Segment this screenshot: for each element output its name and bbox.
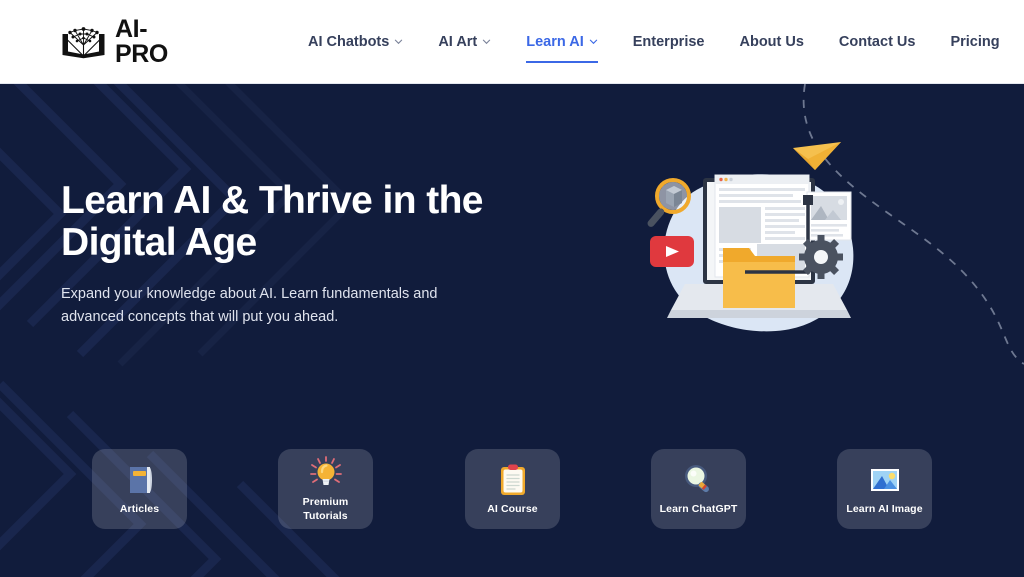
nav-item-learn-ai[interactable]: Learn AI [526, 0, 598, 84]
book-icon [122, 462, 158, 498]
nav-label: About Us [739, 33, 804, 50]
nav-label: Enterprise [632, 33, 705, 50]
open-book-neural-network-icon [61, 25, 106, 59]
card-learn-chatgpt[interactable]: Learn ChatGPT [651, 449, 746, 529]
brand-logo[interactable]: AI-PRO [61, 14, 168, 68]
chevron-down-icon [394, 37, 403, 46]
category-card-row: Articles Premium Tutorials AI Course Lea… [0, 424, 1024, 534]
page-root: AI-PRO AI Chatbots AI Art Learn AI Enter… [0, 0, 1024, 577]
brand-name: AI-PRO [115, 14, 168, 68]
hero-title-line-2: Digital Age [61, 221, 257, 265]
clipboard-icon [495, 462, 531, 498]
nav-item-about-us[interactable]: About Us [739, 0, 803, 84]
nav-label: Learn AI [526, 33, 584, 50]
card-premium-tutorials[interactable]: Premium Tutorials [278, 449, 373, 529]
lightbulb-icon [308, 455, 344, 491]
card-learn-ai-image[interactable]: Learn AI Image [837, 449, 932, 529]
card-label: Learn AI Image [846, 502, 923, 515]
nav-item-ai-chatbots[interactable]: AI Chatbots [308, 0, 403, 84]
card-articles[interactable]: Articles [92, 449, 187, 529]
magnifier-icon [681, 462, 717, 498]
card-label: Articles [119, 502, 160, 515]
page-title: Learn AI & Thrive in the Digital Age [61, 179, 531, 265]
main-navigation: AI Chatbots AI Art Learn AI Enterprise A… [308, 0, 1024, 84]
nav-item-ai-art[interactable]: AI Art [438, 0, 491, 84]
hero-subtitle: Expand your knowledge about AI. Learn fu… [61, 286, 438, 325]
card-label: AI Course [487, 502, 538, 515]
picture-icon [867, 462, 903, 498]
site-header: AI-PRO AI Chatbots AI Art Learn AI Enter… [0, 0, 1024, 84]
laptop-document-folder-illustration [645, 140, 875, 350]
card-label: Learn ChatGPT [659, 502, 738, 515]
nav-label: Pricing [950, 33, 1000, 50]
nav-item-contact-us[interactable]: Contact Us [839, 0, 916, 84]
chevron-down-icon [482, 37, 491, 46]
card-ai-course[interactable]: AI Course [465, 449, 560, 529]
chevron-down-icon [589, 37, 598, 46]
nav-label: AI Chatbots [307, 33, 390, 50]
card-label: Premium Tutorials [302, 496, 349, 522]
hero-section: Learn AI & Thrive in the Digital Age Exp… [0, 84, 1024, 577]
hero-text-block: Learn AI & Thrive in the Digital Age Exp… [61, 179, 531, 328]
nav-item-pricing[interactable]: Pricing [950, 0, 999, 84]
nav-label: Contact Us [838, 33, 916, 50]
nav-item-enterprise[interactable]: Enterprise [633, 0, 705, 84]
nav-label: AI Art [438, 33, 478, 50]
nav-active-underline [526, 60, 598, 63]
hero-title-line-1: Learn AI & Thrive in the [61, 179, 484, 222]
